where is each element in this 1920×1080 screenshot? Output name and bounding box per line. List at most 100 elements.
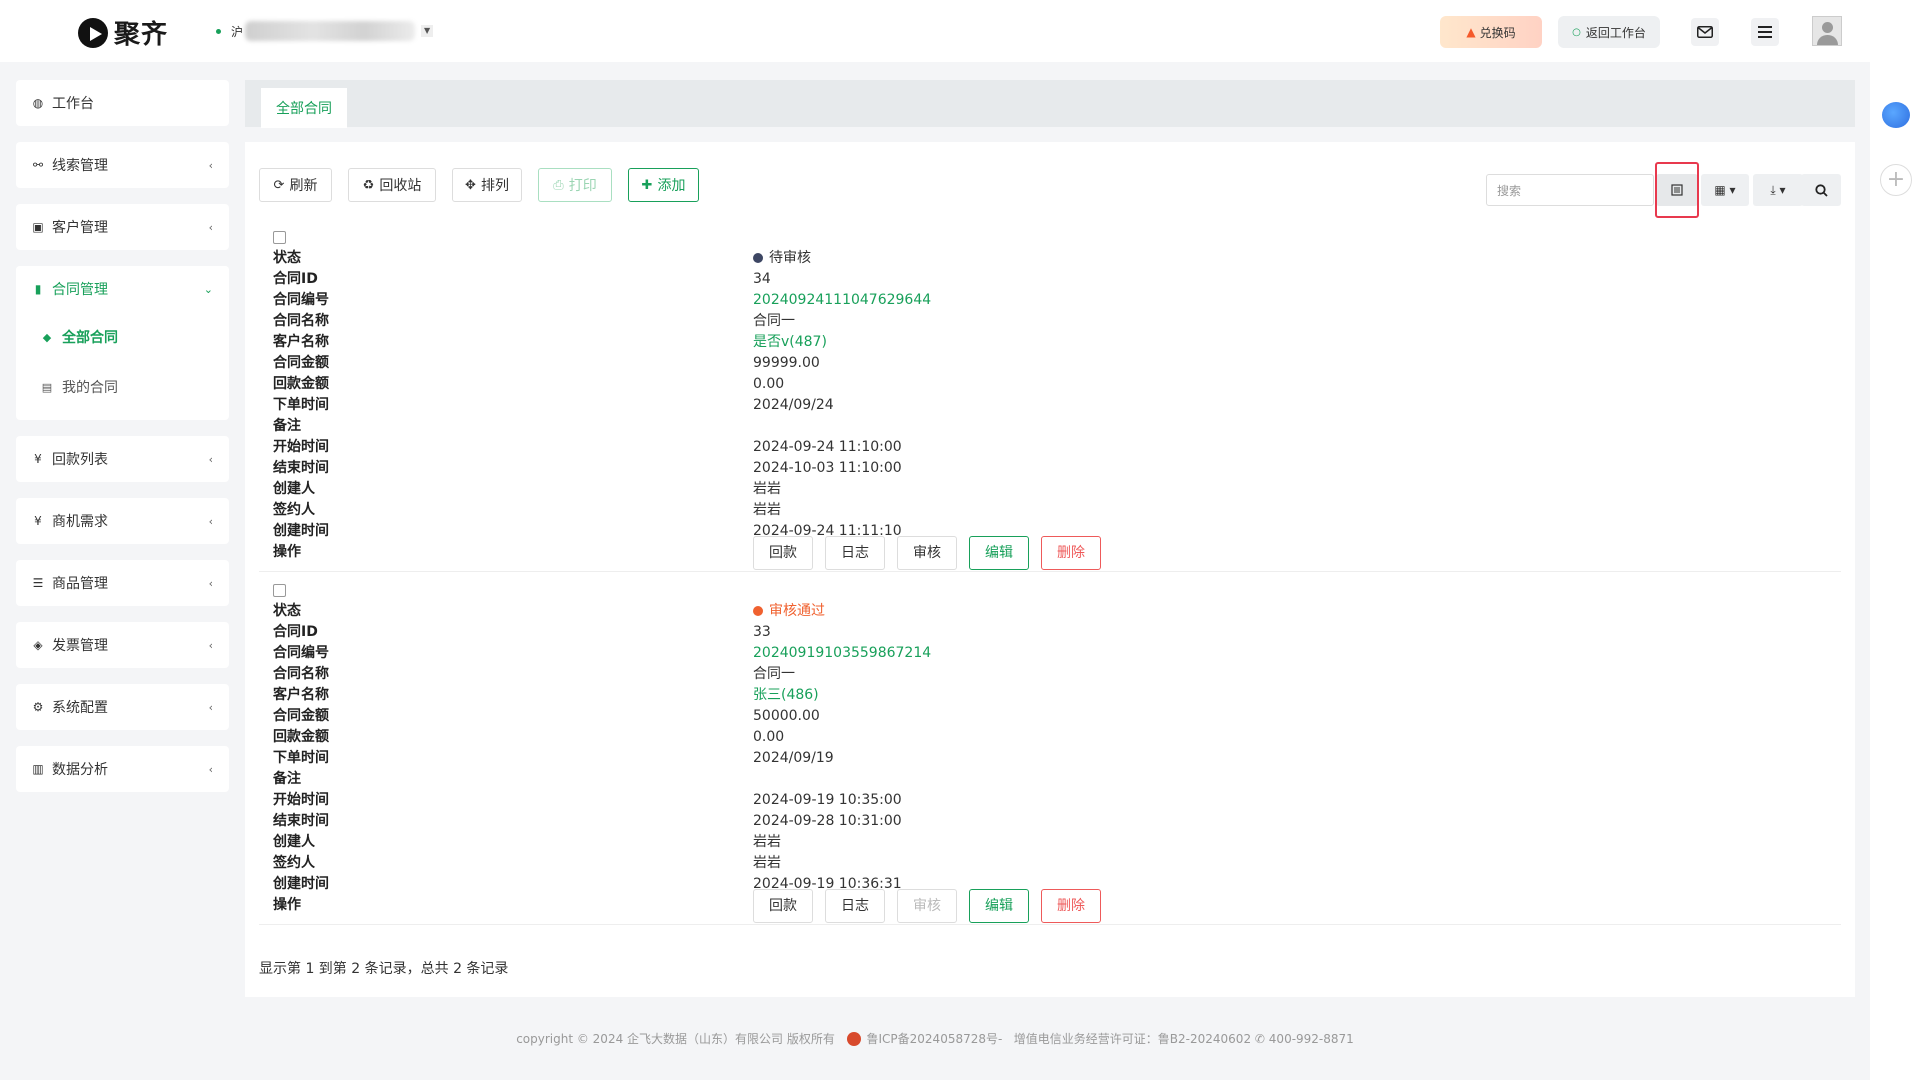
recycle-bin-button[interactable]: ♻ 回收站: [348, 168, 436, 202]
field-value: 2024-09-28 10:31:00: [753, 813, 902, 829]
list-icon: ☰: [32, 576, 44, 590]
field-value: 2024-09-24 11:10:00: [753, 439, 902, 455]
field-value: 合同一: [753, 313, 795, 329]
row-checkbox[interactable]: [273, 231, 286, 244]
yen-icon: ¥: [34, 452, 42, 466]
sidebar-subitem-all-contracts[interactable]: ◆ 全部合同: [16, 312, 229, 362]
chat-icon[interactable]: [1882, 102, 1910, 128]
sidebar-item-label: 线索管理: [52, 158, 108, 174]
delete-button[interactable]: 删除: [1041, 536, 1101, 570]
refresh-label: 刷新: [289, 178, 318, 194]
arrange-label: 排列: [480, 178, 509, 194]
refresh-button[interactable]: ⟳ 刷新: [259, 168, 332, 202]
sidebar-item-workbench[interactable]: ◍ 工作台: [16, 80, 229, 126]
sidebar-item-products[interactable]: ☰ 商品管理 ‹: [16, 560, 229, 606]
search-small-icon: ○: [1572, 26, 1581, 38]
payment-button[interactable]: 回款: [753, 889, 813, 923]
row-checkbox[interactable]: [273, 584, 286, 597]
plus-icon: ✚: [641, 177, 653, 193]
tab-bar: 全部合同: [245, 80, 1855, 128]
icp-link[interactable]: 鲁ICP备2024058728号-: [867, 1032, 1003, 1046]
field-label: 下单时间: [273, 397, 329, 413]
record-field-amount: 合同金额 50000.00: [273, 706, 1773, 727]
record-field-signer: 签约人 岩岩: [273, 500, 1773, 521]
record-field-end: 结束时间 2024-10-03 11:10:00: [273, 458, 1773, 479]
log-button[interactable]: 日志: [825, 536, 885, 570]
record-field-id: 合同ID 34: [273, 269, 1773, 290]
field-label: 合同金额: [273, 355, 329, 371]
tab-all-contracts[interactable]: 全部合同: [261, 88, 347, 128]
record-actions: 回款 日志 审核 编辑 删除: [753, 889, 1113, 923]
sidebar-item-settings[interactable]: ⚙ 系统配置 ‹: [16, 684, 229, 730]
back-label: 返回工作台: [1585, 25, 1646, 40]
sidebar: ◍ 工作台 ⚯ 线索管理 ‹ ▣ 客户管理 ‹ ▮ 合同管理 ⌄ ◆ 全部合同 …: [16, 80, 229, 808]
record-actions: 回款 日志 审核 编辑 删除: [753, 536, 1113, 570]
chevron-left-icon: ‹: [208, 576, 213, 590]
export-dropdown-icon[interactable]: ⤓ ▾: [1753, 174, 1803, 206]
field-label: 客户名称: [273, 687, 329, 703]
sidebar-item-opportunities[interactable]: ¥ 商机需求 ‹: [16, 498, 229, 544]
record-field-end: 结束时间 2024-09-28 10:31:00: [273, 811, 1773, 832]
plus-icon[interactable]: +: [1880, 164, 1912, 196]
payment-button[interactable]: 回款: [753, 536, 813, 570]
sidebar-item-contracts[interactable]: ▮ 合同管理 ⌄: [16, 266, 229, 312]
chevron-left-icon: ‹: [208, 762, 213, 776]
review-button[interactable]: 审核: [897, 536, 957, 570]
log-button[interactable]: 日志: [825, 889, 885, 923]
sidebar-subitem-label: 我的合同: [62, 380, 118, 396]
record-field-creator: 创建人 岩岩: [273, 479, 1773, 500]
redeem-label: 兑换码: [1479, 25, 1516, 40]
redeem-code-button[interactable]: ▲ 兑换码: [1440, 16, 1542, 48]
contract-number-link[interactable]: 20240924111047629644: [753, 290, 931, 311]
record-field-ops: 操作 回款 日志 审核 编辑 删除: [273, 889, 1773, 923]
record-field-paid: 回款金额 0.00: [273, 374, 1773, 395]
record-field-status: 状态 审核通过: [273, 601, 1773, 622]
back-to-workbench-button[interactable]: ○ 返回工作台: [1558, 16, 1660, 48]
edit-button[interactable]: 编辑: [969, 536, 1029, 570]
add-button[interactable]: ✚ 添加: [628, 168, 699, 202]
field-label: 开始时间: [273, 792, 329, 808]
user-avatar[interactable]: [1812, 16, 1842, 46]
field-value: 2024/09/24: [753, 397, 834, 413]
contract-number-link[interactable]: 20240919103559867214: [753, 643, 931, 664]
customer-link[interactable]: 是否v(487): [753, 332, 827, 353]
mail-icon[interactable]: [1691, 18, 1719, 46]
edit-button[interactable]: 编辑: [969, 889, 1029, 923]
tenant-selector[interactable]: 沪 ▼: [216, 21, 434, 41]
search-input[interactable]: 搜索: [1486, 174, 1654, 206]
link-icon: ⚯: [32, 158, 44, 172]
delete-button[interactable]: 删除: [1041, 889, 1101, 923]
sidebar-item-customers[interactable]: ▣ 客户管理 ‹: [16, 204, 229, 250]
sidebar-item-label: 发票管理: [52, 638, 108, 654]
menu-icon[interactable]: [1751, 18, 1779, 46]
print-button[interactable]: ⎙ 打印: [538, 168, 612, 202]
review-button[interactable]: 审核: [897, 889, 957, 923]
print-icon: ⎙: [553, 177, 564, 193]
record-field-order-date: 下单时间 2024/09/24: [273, 395, 1773, 416]
sidebar-item-label: 合同管理: [52, 282, 108, 298]
record-field-number: 合同编号 20240924111047629644: [273, 290, 1773, 311]
field-label: 下单时间: [273, 750, 329, 766]
record-field-amount: 合同金额 99999.00: [273, 353, 1773, 374]
sidebar-item-leads[interactable]: ⚯ 线索管理 ‹: [16, 142, 229, 188]
app-logo[interactable]: 聚齐: [78, 14, 168, 51]
copyright-text: copyright © 2024 企飞大数据（山东）有限公司 版权所有: [516, 1032, 835, 1046]
columns-dropdown-icon[interactable]: ▦ ▾: [1701, 174, 1749, 206]
field-label: 签约人: [273, 502, 315, 518]
arrange-button[interactable]: ✥ 排列: [452, 168, 522, 202]
field-value: 岩岩: [753, 481, 781, 497]
field-label: 合同名称: [273, 313, 329, 329]
field-value: 34: [753, 271, 771, 287]
record-field-number: 合同编号 20240919103559867214: [273, 643, 1773, 664]
search-icon[interactable]: [1801, 174, 1841, 206]
field-value: 0.00: [753, 376, 785, 392]
sidebar-item-payments[interactable]: ¥ 回款列表 ‹: [16, 436, 229, 482]
phone-text: 400-992-8871: [1268, 1032, 1354, 1046]
sidebar-item-analytics[interactable]: ▥ 数据分析 ‹: [16, 746, 229, 792]
sidebar-item-invoices[interactable]: ◈ 发票管理 ‹: [16, 622, 229, 668]
customer-link[interactable]: 张三(486): [753, 685, 819, 706]
sidebar-subitem-my-contracts[interactable]: ▤ 我的合同: [16, 362, 229, 412]
add-label: 添加: [657, 178, 686, 194]
status-dot-icon: [753, 606, 763, 616]
field-label: 操作: [273, 897, 301, 913]
